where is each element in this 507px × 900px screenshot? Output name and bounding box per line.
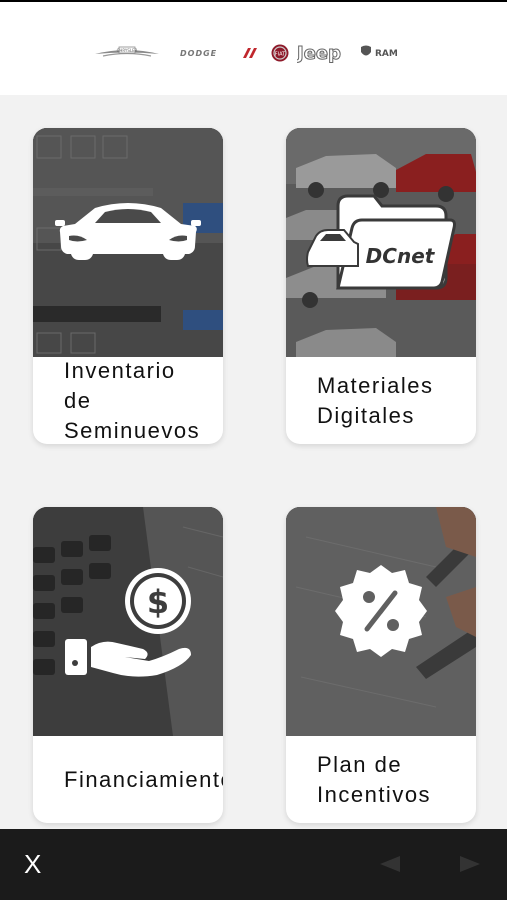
prev-arrow-icon[interactable] — [376, 853, 404, 875]
card-image: DCnet — [286, 128, 476, 357]
dollar-text: $ — [147, 583, 169, 621]
card-label-text: Plan de Incentivos — [317, 751, 432, 807]
bottom-toolbar: X — [0, 829, 507, 900]
chrysler-logo: CHRYSLER — [93, 42, 161, 64]
next-arrow-icon[interactable] — [456, 853, 484, 875]
card-financiamiento[interactable]: $ Financiamiento — [33, 507, 223, 823]
close-button[interactable]: X — [24, 849, 48, 879]
card-image: $ — [33, 507, 223, 736]
card-label: Plan de Incentivos — [317, 736, 476, 823]
card-plan-incentivos[interactable]: % Plan de Incentivos — [286, 507, 476, 823]
dodge-logo: DODGE — [180, 42, 258, 64]
fiat-logo: FIAT — [270, 42, 290, 64]
jeep-logo-text: Jeep — [297, 43, 341, 64]
card-label: Materiales Digitales — [317, 357, 476, 444]
dodge-logo-text: DODGE — [180, 49, 217, 58]
card-inventario-seminuevos[interactable]: Inventario de Seminuevos — [33, 128, 223, 444]
ram-logo: RAM — [359, 42, 419, 64]
card-label-text: Inventario de Seminuevos — [64, 357, 201, 443]
card-label: Inventario de Seminuevos — [64, 357, 223, 444]
card-label-text: Financiamiento — [64, 766, 223, 792]
card-image — [33, 128, 223, 357]
percent-text: % — [381, 614, 382, 616]
card-image: % — [286, 507, 476, 736]
dcnet-text: DCnet — [366, 244, 436, 268]
fiat-logo-text: FIAT — [275, 52, 286, 58]
ram-logo-text: RAM — [375, 49, 398, 59]
card-label: Financiamiento — [64, 736, 223, 823]
card-materiales-digitales[interactable]: DCnet Materiales Digitales — [286, 128, 476, 444]
jeep-logo: Jeep — [297, 42, 347, 65]
card-label-text: Materiales Digitales — [317, 372, 434, 428]
brand-header: CHRYSLER DODGE FIAT Jeep RAM — [0, 2, 507, 95]
chrysler-logo-text: CHRYSLER — [117, 48, 138, 53]
